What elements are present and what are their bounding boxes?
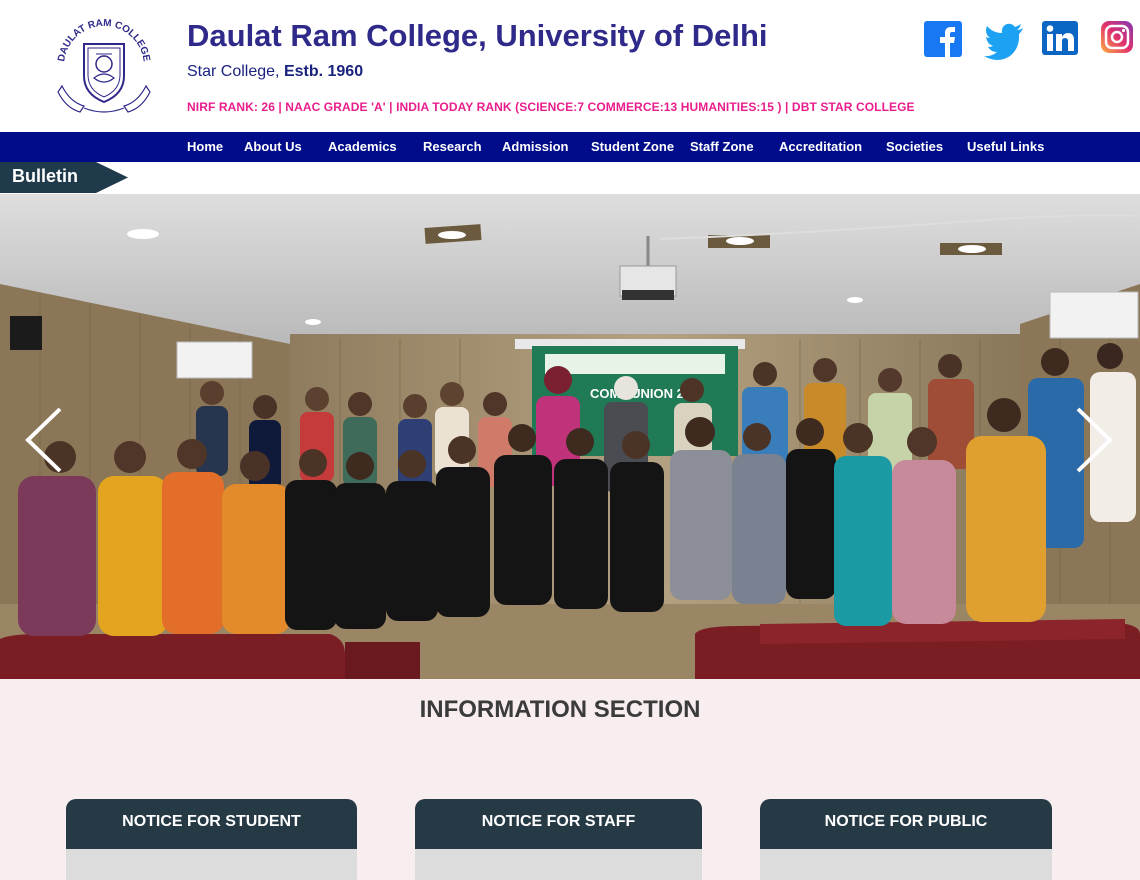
- notice-card-header: NOTICE FOR STAFF: [415, 799, 702, 849]
- notice-card-title: NOTICE FOR PUBLIC: [824, 813, 988, 830]
- nav-item-academics[interactable]: Academics: [328, 132, 397, 162]
- information-section: INFORMATION SECTION NOTICE FOR STUDENT N…: [0, 679, 1140, 880]
- chevron-right-icon: [1076, 407, 1113, 473]
- notice-card-staff[interactable]: NOTICE FOR STAFF: [415, 799, 702, 880]
- tagline-prefix: Star College,: [187, 63, 284, 80]
- rank-line: NIRF RANK: 26 | NAAC GRADE 'A' | INDIA T…: [187, 100, 915, 114]
- hero-photo: COMMUNION 20: [0, 194, 1140, 679]
- college-logo[interactable]: DAULAT RAM COLLEGE: [50, 12, 158, 120]
- nav-item-admission[interactable]: Admission: [502, 132, 568, 162]
- notice-card-header: NOTICE FOR PUBLIC: [760, 799, 1052, 849]
- bulletin-label: Bulletin: [12, 166, 78, 186]
- carousel-next-button[interactable]: [1074, 407, 1114, 473]
- nav-item-staff-zone[interactable]: Staff Zone: [690, 132, 754, 162]
- nav-item-societies[interactable]: Societies: [886, 132, 943, 162]
- notice-card-body: [760, 849, 1052, 880]
- nav-item-about-us[interactable]: About Us: [244, 132, 302, 162]
- college-name: Daulat Ram College, University of Delhi: [187, 18, 768, 53]
- nav-item-useful-links[interactable]: Useful Links: [967, 132, 1044, 162]
- nav-item-accreditation[interactable]: Accreditation: [779, 132, 862, 162]
- linkedin-icon[interactable]: [1041, 20, 1081, 60]
- twitter-icon[interactable]: [983, 20, 1023, 60]
- banner-text: COMMUNION 20: [590, 386, 691, 401]
- nav-item-home[interactable]: Home: [187, 132, 223, 162]
- carousel-prev-button[interactable]: [24, 407, 64, 473]
- notice-card-header: NOTICE FOR STUDENT: [66, 799, 357, 849]
- bulletin-tag: Bulletin: [0, 162, 128, 193]
- site-header: DAULAT RAM COLLEGE Daulat Ram College, U…: [0, 0, 1140, 132]
- nav-item-student-zone[interactable]: Student Zone: [591, 132, 674, 162]
- notice-card-body: [66, 849, 357, 880]
- tagline: Star College, Estb. 1960: [187, 63, 363, 81]
- section-title: INFORMATION SECTION: [419, 696, 701, 723]
- notice-card-title: NOTICE FOR STAFF: [481, 813, 636, 830]
- hero-carousel[interactable]: COMMUNION 20: [0, 194, 1140, 679]
- chevron-left-icon: [25, 407, 62, 473]
- notice-card-title: NOTICE FOR STUDENT: [122, 813, 301, 830]
- instagram-icon[interactable]: [1100, 20, 1134, 54]
- nav-item-research[interactable]: Research: [423, 132, 482, 162]
- notice-card-public[interactable]: NOTICE FOR PUBLIC: [760, 799, 1052, 880]
- notice-card-body: [415, 849, 702, 880]
- established-year: Estb. 1960: [283, 63, 364, 80]
- facebook-icon[interactable]: [923, 20, 963, 60]
- main-nav: Home About Us Academics Research Admissi…: [0, 132, 1140, 162]
- notice-card-student[interactable]: NOTICE FOR STUDENT: [66, 799, 357, 880]
